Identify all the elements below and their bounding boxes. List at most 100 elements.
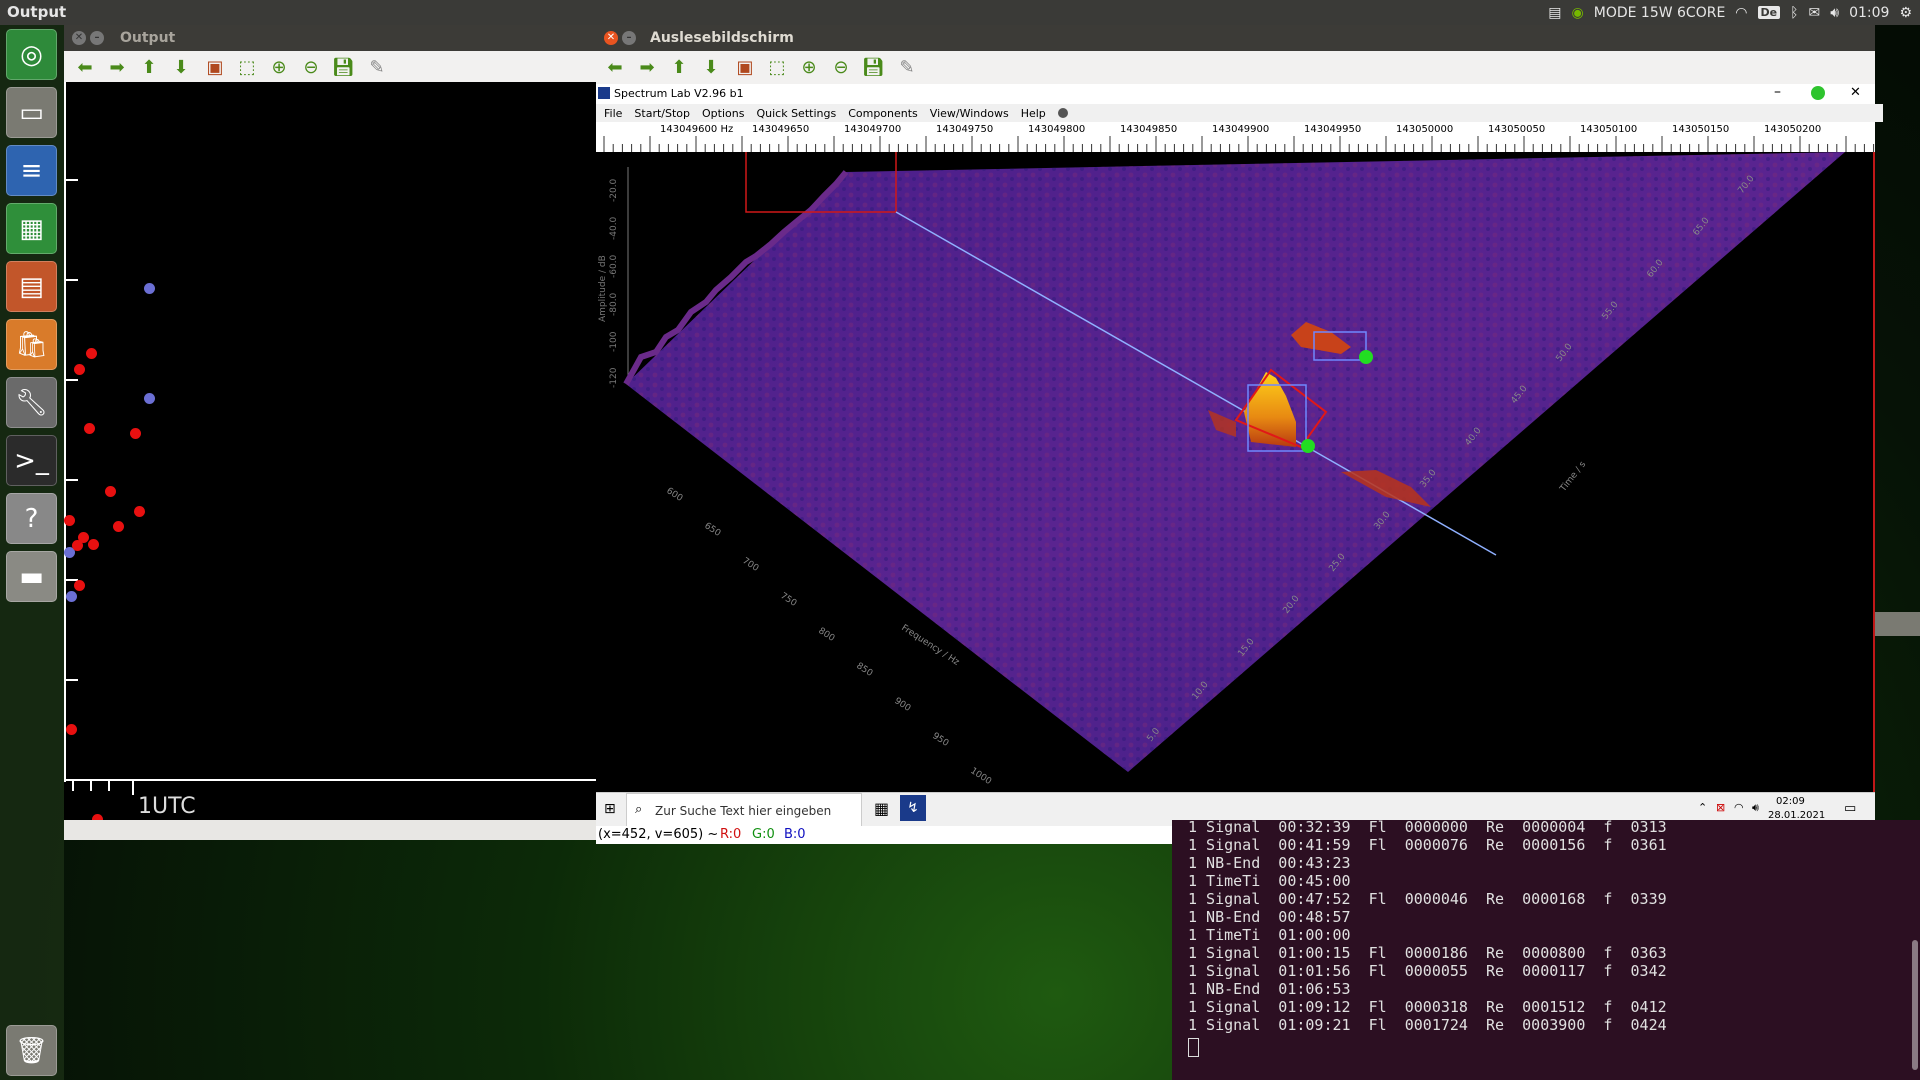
forward-icon[interactable]: ➡ [636,57,658,79]
files-indicator-icon[interactable]: ▤ [1548,5,1561,21]
waterfall-3d-plot[interactable]: -20.0 -40.0 -60.0 -80.0 -100 -120 Amplit… [596,152,1875,792]
power-mode-label[interactable]: MODE 15W 6CORE [1594,5,1726,21]
trash-icon[interactable]: 🗑︎ [6,1025,57,1076]
menu-file[interactable]: File [604,107,622,120]
network-icon[interactable]: ⊠ [1716,801,1725,814]
output-window-title: Output [120,30,176,46]
close-icon[interactable]: ✕ [604,31,618,45]
minimize-icon[interactable]: – [1774,84,1781,100]
fit-icon[interactable]: ⬚ [236,57,258,79]
impress-icon[interactable]: ▤ [6,261,57,312]
spectrum-lab-titlebar[interactable]: Spectrum Lab V2.96 b1 – ✕ [596,84,1875,104]
nvidia-icon[interactable]: ◉ [1572,5,1584,21]
amp-axis-title: Amplitude / dB [598,255,608,322]
spectrum-lab-taskbar-icon[interactable]: ↯ [900,795,926,821]
terminal-window[interactable]: 1 Signal 00:32:39 Fl 0000000 Re 0000004 … [1172,818,1920,1080]
up-icon[interactable]: ⬆ [668,57,690,79]
drive-icon[interactable]: ▬ [6,551,57,602]
freq-label: 143049800 [1028,124,1086,135]
image-icon[interactable]: ▣ [734,57,756,79]
menu-quick-settings[interactable]: Quick Settings [756,107,836,120]
terminal-scrollbar[interactable] [1912,940,1918,1070]
close-icon[interactable]: ✕ [1850,85,1861,100]
freq-label: 143049850 [1120,124,1178,135]
forward-icon[interactable]: ➡ [106,57,128,79]
wifi-icon[interactable]: ◠ [1735,5,1747,21]
tray-chevron-icon[interactable]: ⌃ [1698,801,1707,814]
terminal-line: 1 NB-End 00:43:23 [1188,854,1351,872]
data-point [74,580,85,591]
taskbar-time[interactable]: 02:09 [1776,796,1805,807]
writer-icon[interactable]: ≡ [6,145,57,196]
spectrum-lab-logo-icon [598,87,610,99]
data-point [144,393,155,404]
status-light-icon[interactable] [1811,86,1825,100]
files-icon[interactable]: ▭ [6,87,57,138]
bluetooth-icon[interactable]: ᛒ [1790,5,1798,21]
keyboard-layout-indicator[interactable]: De [1757,6,1781,19]
settings-icon[interactable]: 🔧︎ [6,377,57,428]
menu-help[interactable]: Help [1021,107,1046,120]
brush-icon[interactable]: ✎ [366,57,388,79]
gear-icon[interactable]: ⚙ [1899,5,1912,21]
down-icon[interactable]: ⬇ [170,57,192,79]
menu-components[interactable]: Components [848,107,918,120]
spectrum-window: ✕ – Auslesebildschirm ⬅ ➡ ⬆ ⬇ ▣ ⬚ ⊕ ⊖ 💾︎… [596,25,1883,844]
terminal-line: 1 Signal 01:01:56 Fl 0000055 Re 0000117 … [1188,962,1667,980]
up-icon[interactable]: ⬆ [138,57,160,79]
menu-start-stop[interactable]: Start/Stop [634,107,690,120]
freq-label: 143050200 [1764,124,1822,135]
software-icon[interactable]: 🛍︎ [6,319,57,370]
save-icon[interactable]: 💾︎ [862,57,885,79]
down-icon[interactable]: ⬇ [700,57,722,79]
amp-label: -80.0 [609,292,619,316]
output-titlebar[interactable]: ✕ – Output [64,25,599,51]
system-tray: ▤ ◉ MODE 15W 6CORE ◠ De ᛒ ✉ 🔊︎ 01:09 ⚙ [1548,0,1920,25]
wifi-icon[interactable]: ◠ [1734,801,1744,814]
signal-point-main [1301,439,1315,453]
app-title: Spectrum Lab V2.96 b1 [614,87,744,100]
terminal-line: 1 Signal 01:09:12 Fl 0000318 Re 0001512 … [1188,998,1667,1016]
menu-options[interactable]: Options [702,107,744,120]
freq-label: 143050150 [1672,124,1730,135]
terminal-line: 1 Signal 00:32:39 Fl 0000000 Re 0000004 … [1188,818,1667,836]
zoom-in-icon[interactable]: ⊕ [798,57,820,79]
notification-icon[interactable]: ▭ [1844,801,1856,816]
data-point [66,724,77,735]
clock[interactable]: 01:09 [1849,5,1889,21]
brush-icon[interactable]: ✎ [896,57,918,79]
terminal-line: 1 TimeTi 01:00:00 [1188,926,1351,944]
calculator-icon[interactable]: ▦ [874,799,889,818]
back-icon[interactable]: ⬅ [74,57,96,79]
help-icon[interactable]: ? [6,493,57,544]
windows-start-icon[interactable]: ⊞ [604,801,616,817]
zoom-in-icon[interactable]: ⊕ [268,57,290,79]
record-icon[interactable] [1057,108,1068,118]
data-point [64,515,75,526]
calc-icon[interactable]: ▦ [6,203,57,254]
taskbar-search-box[interactable]: ⌕ Zur Suche Text hier eingeben [626,793,862,829]
menu-bar: File Start/Stop Options Quick Settings C… [596,104,1883,122]
fit-icon[interactable]: ⬚ [766,57,788,79]
launcher: ◎ ▭ ≡ ▦ ▤ 🛍︎ 🔧︎ >_ ? ▬ 🗑︎ [0,25,64,1080]
mail-icon[interactable]: ✉ [1809,5,1821,21]
svg-text:800: 800 [816,626,836,644]
freq-ticks [603,136,1875,152]
save-icon[interactable]: 💾︎ [332,57,355,79]
frequency-scale[interactable]: 143049600 Hz 143049650 143049700 1430497… [596,122,1875,152]
spectrum-titlebar[interactable]: ✕ – Auslesebildschirm [596,25,1875,51]
back-icon[interactable]: ⬅ [604,57,626,79]
close-icon[interactable]: ✕ [72,31,86,45]
svg-text:850: 850 [854,661,874,679]
freq-label: 143049600 Hz [660,124,734,135]
volume-icon[interactable]: 🔊︎ [1830,5,1839,21]
terminal-icon[interactable]: >_ [6,435,57,486]
ubuntu-logo-icon[interactable]: ◎ [6,29,57,80]
volume-icon[interactable]: 🔊︎ [1752,801,1759,815]
minimize-icon[interactable]: – [622,31,636,45]
minimize-icon[interactable]: – [90,31,104,45]
zoom-out-icon[interactable]: ⊖ [830,57,852,79]
menu-view-windows[interactable]: View/Windows [930,107,1009,120]
image-icon[interactable]: ▣ [204,57,226,79]
zoom-out-icon[interactable]: ⊖ [300,57,322,79]
